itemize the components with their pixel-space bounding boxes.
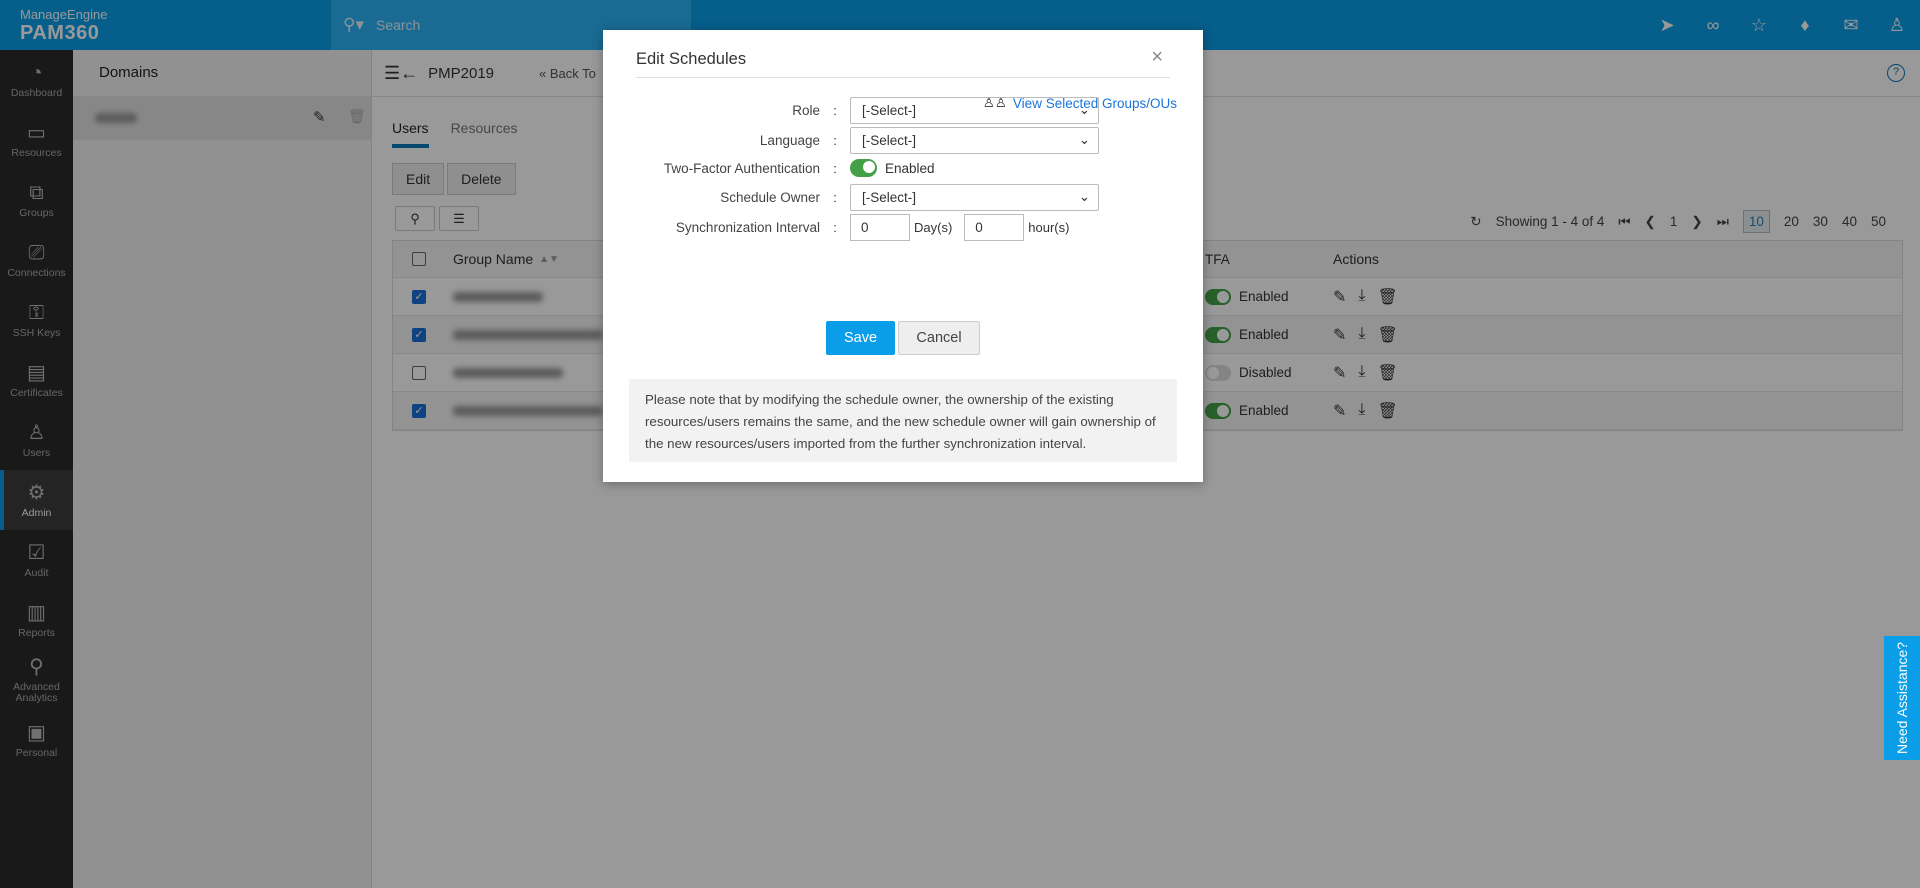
schedule-owner-label: Schedule Owner [720,189,820,205]
divider [636,77,1170,78]
hours-unit: hour(s) [1028,219,1070,235]
role-label: Role [792,102,820,118]
chevron-down-icon: ⌄ [1078,102,1090,117]
need-assistance-button[interactable]: Need Assistance? [1884,636,1920,760]
close-icon[interactable]: × [1151,46,1163,69]
language-label: Language [759,132,820,148]
role-select[interactable]: [-Select-] ⌄ [850,96,1099,124]
sync-days-input[interactable]: 0 [850,213,910,241]
chevron-down-icon: ⌄ [1078,132,1090,147]
tfa-label: Two-Factor Authentication [663,160,820,176]
edit-schedules-dialog: Edit Schedules × ♙♙ View Selected Groups… [603,30,1203,482]
days-unit: Day(s) [914,219,953,235]
cancel-button[interactable]: Cancel [898,321,980,355]
save-button[interactable]: Save [826,321,895,355]
tfa-status: Enabled [885,160,935,176]
sync-hours-input[interactable]: 0 [964,213,1025,241]
schedule-owner-select[interactable]: [-Select-] ⌄ [850,183,1099,211]
sync-interval-label: Synchronization Interval [675,219,820,235]
language-select[interactable]: [-Select-] ⌄ [850,126,1099,154]
tfa-toggle[interactable] [850,159,877,177]
chevron-down-icon: ⌄ [1078,189,1090,204]
ownership-note: Please note that by modifying the schedu… [629,379,1177,462]
dialog-title: Edit Schedules [636,50,747,68]
